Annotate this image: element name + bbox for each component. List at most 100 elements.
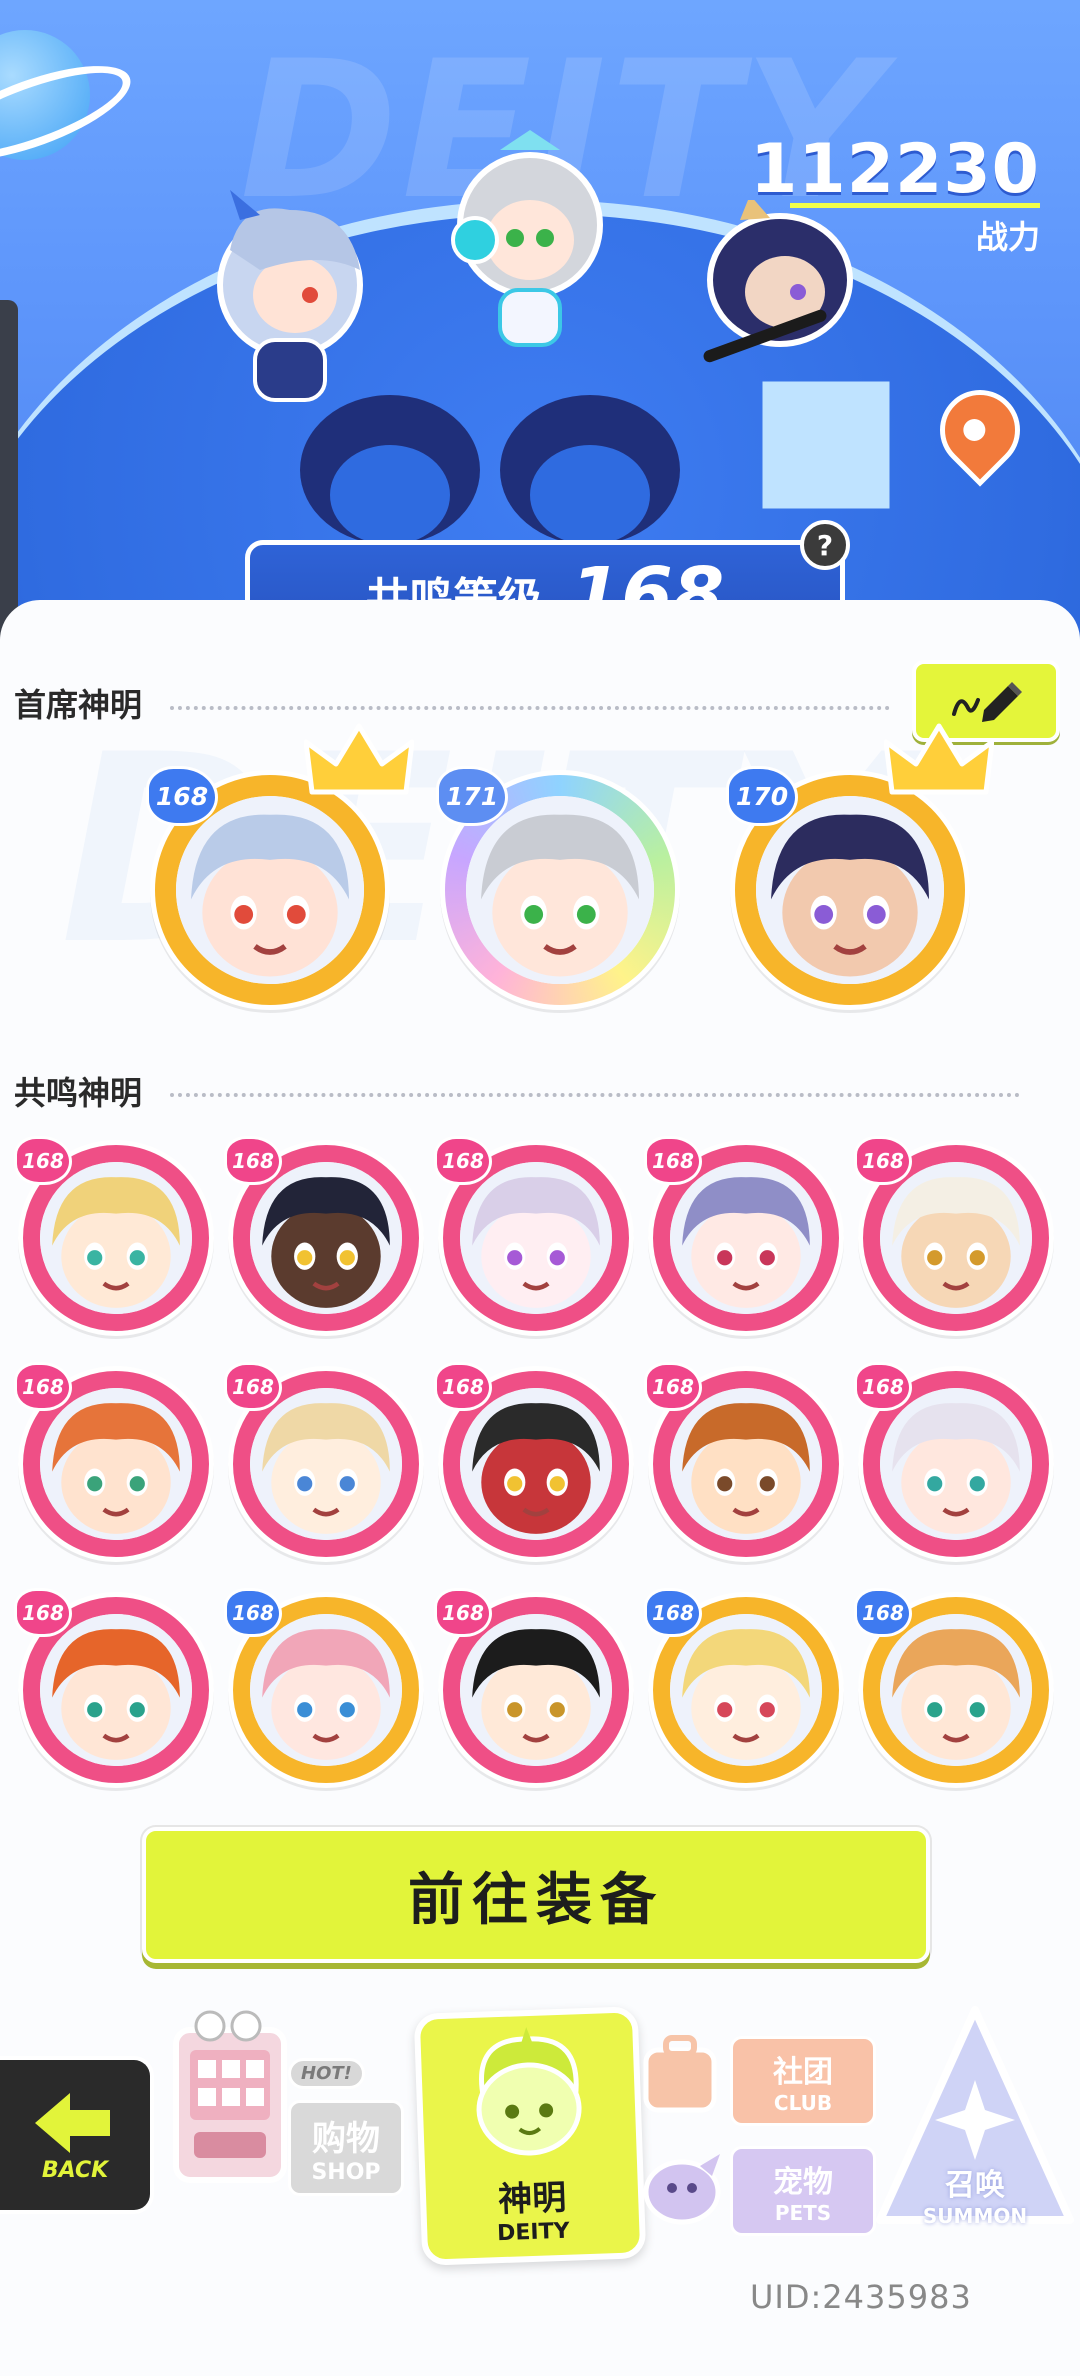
pets-label-en: PETS [774, 2201, 832, 2225]
shop-label-plate: 购物 SHOP [288, 2100, 404, 2196]
level-badge: 168 [854, 1136, 912, 1185]
vending-machine-icon [173, 2010, 287, 2183]
level-badge: 168 [434, 1136, 492, 1185]
resonance-deity-portrait[interactable]: 168 [644, 1136, 844, 1336]
portrait-face [40, 1388, 192, 1540]
portrait-face [176, 796, 364, 984]
resonance-deity-portrait[interactable]: 168 [434, 1588, 634, 1788]
chief-title-divider [170, 706, 890, 710]
resonance-deity-title: 共鸣神明 [14, 1074, 143, 1112]
pets-label-cn: 宠物 [773, 2165, 833, 2200]
portrait-face [460, 1162, 612, 1314]
level-badge: 168 [854, 1588, 912, 1637]
portrait-face [460, 1388, 612, 1540]
resonance-deity-portrait[interactable]: 168 [434, 1136, 634, 1336]
resonance-deity-grid: 168 168 168 168 168 168 168 168 168 168 168 168 168 1… [0, 1130, 1080, 1790]
club-label-cn: 社团 [773, 2055, 833, 2090]
shop-button[interactable]: HOT! 购物 SHOP [160, 2000, 410, 2200]
summon-label-cn: 召唤 [945, 2168, 1005, 2203]
summon-label-en: SUMMON [922, 2204, 1028, 2228]
resonance-deity-portrait[interactable]: 168 [224, 1362, 424, 1562]
club-label-plate: 社团 CLUB [730, 2036, 876, 2126]
level-badge: 168 [644, 1136, 702, 1185]
pencil-icon [952, 682, 1022, 722]
summon-button[interactable]: 召唤 SUMMON [870, 2000, 1080, 2250]
resonance-deity-portrait[interactable]: 168 [14, 1136, 214, 1336]
deity-mascot-icon [476, 2027, 582, 2156]
portrait-face [756, 796, 944, 984]
deity-label-en: DEITY [496, 2218, 570, 2247]
portrait-face [40, 1614, 192, 1766]
shop-label-en: SHOP [311, 2160, 381, 2185]
go-equip-button[interactable]: 前往装备 [142, 1827, 930, 1963]
resonance-deity-portrait[interactable]: 168 [854, 1588, 1054, 1788]
level-badge: 168 [224, 1362, 282, 1411]
side-drawer-handle[interactable] [0, 300, 18, 640]
club-button[interactable]: 社团 CLUB [640, 2030, 880, 2130]
level-badge: 168 [644, 1362, 702, 1411]
portrait-face [250, 1388, 402, 1540]
chief-deity-list: 168 171 170 [0, 723, 1080, 1030]
resonance-deity-portrait[interactable]: 168 [644, 1588, 844, 1788]
user-id: UID:2435983 [750, 2278, 972, 2316]
club-label-en: CLUB [773, 2091, 833, 2115]
portrait-face [40, 1162, 192, 1314]
portrait-face [670, 1614, 822, 1766]
resonance-deity-portrait[interactable]: 168 [14, 1588, 214, 1788]
summon-label: 召唤 SUMMON [870, 2160, 1080, 2228]
pet-creature-icon [643, 2154, 721, 2225]
level-badge: 168 [14, 1588, 72, 1637]
back-label: BACK [41, 2157, 109, 2183]
chief-deity-portrait[interactable]: 171 [436, 766, 680, 1010]
portrait-face [880, 1388, 1032, 1540]
club-box-icon [643, 2035, 717, 2113]
portrait-face [460, 1614, 612, 1766]
chief-deity-title: 首席神明 [14, 686, 143, 724]
level-badge: 168 [434, 1588, 492, 1637]
resonance-title-divider [170, 1093, 1020, 1097]
portrait-face [880, 1162, 1032, 1314]
deity-label-cn: 神明 [497, 2177, 567, 2221]
level-badge: 168 [224, 1136, 282, 1185]
hero-banner: DEITY 112230 战力 共鸣等级 168 ? [0, 0, 1080, 650]
resonance-deity-portrait[interactable]: 168 [854, 1362, 1054, 1562]
combat-power: 112230 战力 [750, 130, 1040, 258]
chibi-character-left[interactable] [200, 190, 380, 420]
back-button[interactable]: BACK [0, 2056, 154, 2214]
resonance-deity-portrait[interactable]: 168 [644, 1362, 844, 1562]
pets-button[interactable]: 宠物 PETS [640, 2140, 880, 2240]
combat-power-value: 112230 [750, 130, 1040, 209]
level-badge: 168 [854, 1362, 912, 1411]
crown-icon [304, 723, 414, 795]
resonance-deity-portrait[interactable]: 168 [224, 1588, 424, 1788]
portrait-face [250, 1162, 402, 1314]
level-badge: 168 [14, 1136, 72, 1185]
deity-button[interactable]: 神明 DEITY [413, 2006, 647, 2266]
resonance-deity-portrait[interactable]: 168 [434, 1362, 634, 1562]
portrait-face [250, 1614, 402, 1766]
crown-icon [884, 723, 994, 795]
hero-bottom-edge [0, 600, 1080, 650]
level-badge: 168 [434, 1362, 492, 1411]
chief-deity-portrait[interactable]: 168 [146, 723, 414, 1010]
resonance-deity-portrait[interactable]: 168 [224, 1136, 424, 1336]
level-badge: 171 [436, 766, 508, 826]
pets-label-plate: 宠物 PETS [730, 2146, 876, 2236]
combat-power-label: 战力 [975, 218, 1040, 256]
mascot-eye-right [500, 395, 680, 545]
portrait-face [466, 796, 654, 984]
resonance-deity-portrait[interactable]: 168 [854, 1136, 1054, 1336]
resonance-deity-portrait[interactable]: 168 [14, 1362, 214, 1562]
portrait-face [880, 1614, 1032, 1766]
level-badge: 168 [14, 1362, 72, 1411]
portrait-face [670, 1388, 822, 1540]
shop-label-cn: 购物 [312, 2119, 380, 2159]
level-badge: 168 [644, 1588, 702, 1637]
level-badge: 168 [146, 766, 218, 826]
chief-deity-portrait[interactable]: 170 [726, 723, 994, 1010]
level-badge: 170 [726, 766, 798, 826]
shop-hot-tag: HOT! [288, 2058, 365, 2089]
help-question-icon[interactable]: ? [800, 520, 850, 570]
back-arrow-icon [35, 2092, 110, 2153]
chibi-character-center[interactable] [430, 130, 630, 360]
